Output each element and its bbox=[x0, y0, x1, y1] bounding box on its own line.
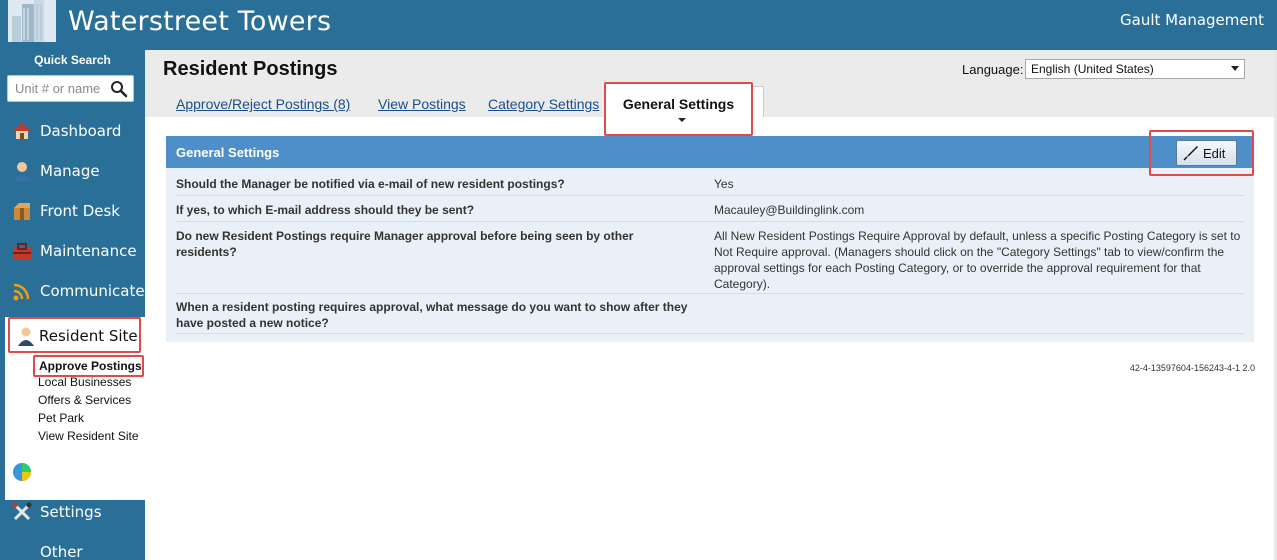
tab-category-settings[interactable]: Category Settings bbox=[488, 96, 599, 112]
settings-row: Do new Resident Postings require Manager… bbox=[176, 228, 1244, 294]
quick-search-box bbox=[7, 75, 134, 102]
settings-row: If yes, to which E-mail address should t… bbox=[176, 202, 1244, 222]
setting-question: Should the Manager be notified via e-mai… bbox=[176, 177, 565, 191]
sub-item-offers-services[interactable]: Offers & Services bbox=[38, 393, 131, 407]
main-content: Resident Postings Language: English (Uni… bbox=[145, 50, 1274, 560]
company-name: Gault Management bbox=[1120, 11, 1264, 29]
sidebar-item-label: Settings bbox=[40, 503, 102, 521]
settings-row: Should the Manager be notified via e-mai… bbox=[176, 176, 1244, 196]
sidebar-item-resident-site[interactable]: Resident Site bbox=[8, 317, 141, 353]
resident-icon bbox=[18, 327, 34, 346]
language-label: Language: bbox=[962, 62, 1024, 77]
setting-question: When a resident posting requires approva… bbox=[176, 300, 688, 330]
setting-answer: Macauley@Buildinglink.com bbox=[714, 203, 865, 217]
tab-approve-reject[interactable]: Approve/Reject Postings (8) bbox=[176, 96, 350, 112]
tab-view-postings[interactable]: View Postings bbox=[378, 96, 466, 112]
edit-button[interactable]: Edit bbox=[1176, 140, 1237, 166]
sidebar-item-front-desk[interactable]: Front Desk bbox=[0, 193, 145, 229]
pen-icon bbox=[1183, 146, 1198, 161]
sub-item-local-businesses[interactable]: Local Businesses bbox=[38, 375, 131, 389]
app-window: Waterstreet Towers Gault Management Quic… bbox=[0, 0, 1277, 560]
tab-label: General Settings bbox=[622, 96, 735, 112]
sidebar-item-manage[interactable]: Manage bbox=[0, 153, 145, 189]
sub-item-approve-postings[interactable]: Approve Postings bbox=[33, 355, 144, 377]
sidebar-item-reports[interactable]: Reports/Data bbox=[0, 454, 145, 490]
edit-highlight: Edit bbox=[1149, 130, 1254, 176]
sidebar-item-label: Resident Site bbox=[39, 327, 138, 345]
sidebar-item-settings[interactable]: Settings bbox=[0, 494, 145, 530]
language-select[interactable]: English (United States) bbox=[1025, 59, 1245, 79]
sub-item-label: Approve Postings bbox=[39, 359, 142, 373]
sidebar-item-label: Maintenance bbox=[40, 242, 137, 260]
sidebar-item-label: Reports/Data bbox=[40, 463, 139, 481]
quick-search-label: Quick Search bbox=[34, 53, 111, 67]
sub-item-view-resident-site[interactable]: View Resident Site bbox=[38, 429, 139, 443]
chevron-down-icon bbox=[1231, 66, 1239, 71]
language-value: English (United States) bbox=[1031, 62, 1154, 76]
edit-label: Edit bbox=[1203, 146, 1226, 161]
sidebar-item-label: Other bbox=[40, 543, 83, 560]
sidebar-item-dashboard[interactable]: Dashboard bbox=[0, 113, 145, 149]
setting-answer: Yes bbox=[714, 177, 734, 191]
sidebar-item-label: Manage bbox=[40, 162, 100, 180]
setting-answer: All New Resident Postings Require Approv… bbox=[714, 229, 1241, 291]
building-logo-icon bbox=[8, 0, 56, 42]
house-icon bbox=[13, 123, 31, 139]
panel-title: General Settings bbox=[176, 145, 280, 160]
setting-question: If yes, to which E-mail address should t… bbox=[176, 203, 475, 217]
panel-header: General Settings bbox=[166, 136, 1254, 168]
sub-item-pet-park[interactable]: Pet Park bbox=[38, 411, 84, 425]
chart-icon bbox=[13, 463, 31, 481]
sidebar-item-label: Communicate bbox=[40, 282, 145, 300]
search-icon[interactable] bbox=[110, 80, 128, 98]
settings-row: When a resident posting requires approva… bbox=[176, 299, 1244, 334]
package-icon bbox=[14, 203, 30, 220]
sidebar-item-label: Front Desk bbox=[40, 202, 120, 220]
build-id: 42-4-13597604-156243-4-1 2.0 bbox=[1129, 363, 1255, 373]
sidebar-item-communicate[interactable]: Communicate bbox=[0, 273, 145, 309]
sidebar-item-label: Dashboard bbox=[40, 122, 122, 140]
tools-icon bbox=[12, 502, 32, 521]
tab-general-settings[interactable]: General Settings bbox=[604, 82, 753, 136]
person-icon bbox=[14, 162, 30, 181]
quick-search-input[interactable] bbox=[8, 76, 108, 101]
wifi-icon bbox=[13, 283, 30, 301]
top-header: Waterstreet Towers Gault Management bbox=[0, 0, 1277, 50]
sidebar-item-maintenance[interactable]: Maintenance bbox=[0, 233, 145, 269]
general-settings-panel: General Settings Edit Should the Manager… bbox=[166, 130, 1254, 342]
toolbox-icon bbox=[13, 243, 31, 260]
sidebar: Quick Search Dashboard Manage bbox=[0, 50, 145, 560]
sidebar-item-other[interactable]: Other bbox=[0, 534, 145, 560]
site-title[interactable]: Waterstreet Towers bbox=[68, 6, 331, 37]
setting-question: Do new Resident Postings require Manager… bbox=[176, 229, 634, 259]
page-title: Resident Postings bbox=[163, 58, 338, 80]
caret-down-icon bbox=[678, 118, 686, 122]
